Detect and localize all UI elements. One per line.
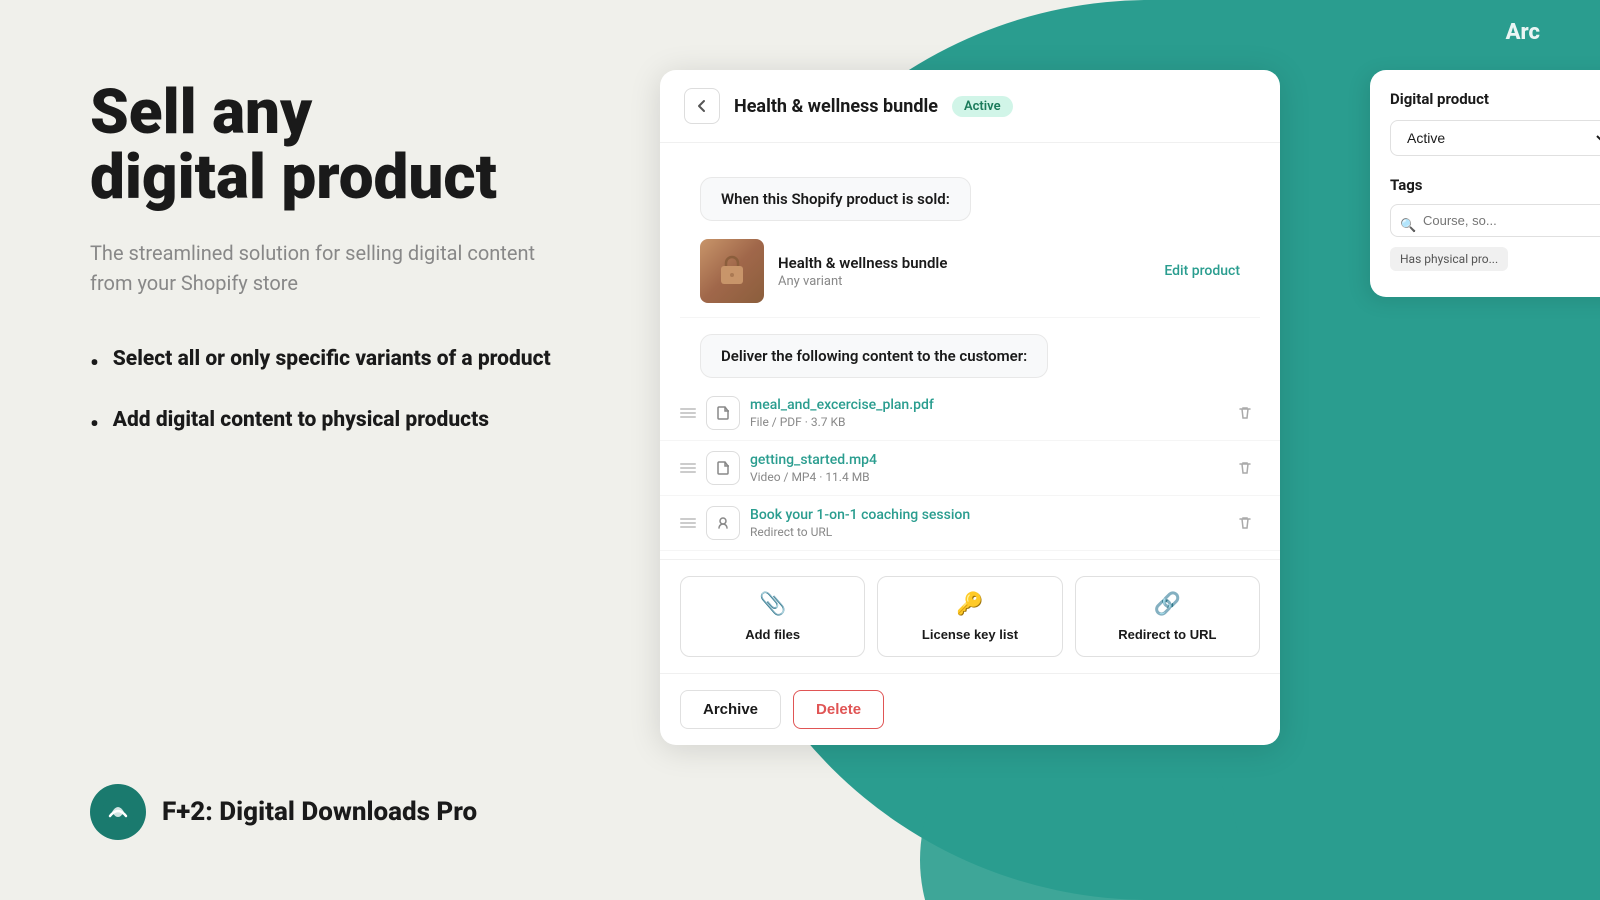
drag-handle-3[interactable] (680, 518, 696, 528)
product-variant: Any variant (778, 274, 1164, 289)
when-sold-section: When this Shopify product is sold: Healt… (660, 159, 1280, 318)
delete-file-3[interactable] (1230, 508, 1260, 538)
file-details-1: meal_and_excercise_plan.pdf File / PDF ·… (750, 397, 1220, 429)
drag-handle-2[interactable] (680, 463, 696, 473)
delete-file-1[interactable] (1230, 398, 1260, 428)
tag-chip[interactable]: Has physical pro... (1390, 247, 1508, 271)
file-meta-2: Video / MP4 · 11.4 MB (750, 470, 1220, 484)
product-image (700, 239, 764, 303)
archive-button[interactable]: Archive (680, 690, 781, 729)
when-sold-label: When this Shopify product is sold: (700, 177, 971, 221)
file-row-3: Book your 1-on-1 coaching session Redire… (660, 496, 1280, 551)
tags-search-input[interactable] (1390, 204, 1600, 237)
file-details-2: getting_started.mp4 Video / MP4 · 11.4 M… (750, 452, 1220, 484)
file-icon-1[interactable] (706, 396, 740, 430)
side-panel-title: Digital product (1390, 90, 1600, 108)
redirect-url-button[interactable]: 🔗 Redirect to URL (1075, 576, 1260, 657)
license-key-label: License key list (922, 627, 1018, 642)
search-icon: 🔍 (1400, 218, 1416, 233)
drag-handle-1[interactable] (680, 408, 696, 418)
redirect-url-label: Redirect to URL (1118, 627, 1216, 642)
tags-label: Tags (1390, 176, 1600, 194)
add-files-button[interactable]: 📎 Add files (680, 576, 865, 657)
active-badge: Active (952, 96, 1013, 117)
edit-product-link[interactable]: Edit product (1164, 263, 1240, 279)
arc-text: Arc (1506, 20, 1540, 45)
side-panel: Digital product Active Tags 🔍 Has physic… (1370, 70, 1600, 297)
bullet-item-2: Add digital content to physical products (90, 407, 620, 440)
file-icon-2[interactable] (706, 451, 740, 485)
file-details-3: Book your 1-on-1 coaching session Redire… (750, 507, 1220, 539)
delete-button[interactable]: Delete (793, 690, 884, 729)
brand-footer: F+2: Digital Downloads Pro (90, 784, 620, 840)
right-panel: Arc Health & wellness bundle Active When… (620, 0, 1600, 900)
deliver-label: Deliver the following content to the cus… (700, 334, 1048, 378)
product-name: Health & wellness bundle (778, 254, 1164, 272)
file-name-3[interactable]: Book your 1-on-1 coaching session (750, 507, 1220, 523)
product-info: Health & wellness bundle Any variant (778, 254, 1164, 289)
hero-title: Sell any digital product (90, 80, 620, 210)
tags-search-wrapper: 🔍 (1390, 204, 1600, 247)
file-name-1[interactable]: meal_and_excercise_plan.pdf (750, 397, 1220, 413)
brand-name: F+2: Digital Downloads Pro (162, 797, 477, 827)
license-key-button[interactable]: 🔑 License key list (877, 576, 1062, 657)
bullet-list: Select all or only specific variants of … (90, 346, 620, 440)
redirect-url-icon: 🔗 (1154, 591, 1181, 617)
product-row: Health & wellness bundle Any variant Edi… (680, 225, 1260, 318)
file-icon-3[interactable] (706, 506, 740, 540)
bullet-item-1: Select all or only specific variants of … (90, 346, 620, 379)
card-title: Health & wellness bundle (734, 96, 938, 117)
file-meta-1: File / PDF · 3.7 KB (750, 415, 1220, 429)
add-files-label: Add files (745, 627, 800, 642)
left-panel: Sell any digital product The streamlined… (0, 0, 680, 900)
add-files-icon: 📎 (759, 591, 786, 617)
deliver-section: Deliver the following content to the cus… (660, 318, 1280, 378)
card-footer: Archive Delete (660, 673, 1280, 745)
add-buttons-row: 📎 Add files 🔑 License key list 🔗 Redirec… (660, 559, 1280, 673)
file-name-2[interactable]: getting_started.mp4 (750, 452, 1220, 468)
file-row-2: getting_started.mp4 Video / MP4 · 11.4 M… (660, 441, 1280, 496)
file-list: meal_and_excercise_plan.pdf File / PDF ·… (660, 378, 1280, 559)
file-row-1: meal_and_excercise_plan.pdf File / PDF ·… (660, 386, 1280, 441)
status-select[interactable]: Active (1390, 120, 1600, 156)
file-meta-3: Redirect to URL (750, 525, 1220, 539)
back-button[interactable] (684, 88, 720, 124)
delete-file-2[interactable] (1230, 453, 1260, 483)
hero-subtitle: The streamlined solution for selling dig… (90, 238, 550, 298)
license-key-icon: 🔑 (956, 591, 983, 617)
brand-logo (90, 784, 146, 840)
main-card: Health & wellness bundle Active When thi… (660, 70, 1280, 745)
card-header: Health & wellness bundle Active (660, 70, 1280, 143)
